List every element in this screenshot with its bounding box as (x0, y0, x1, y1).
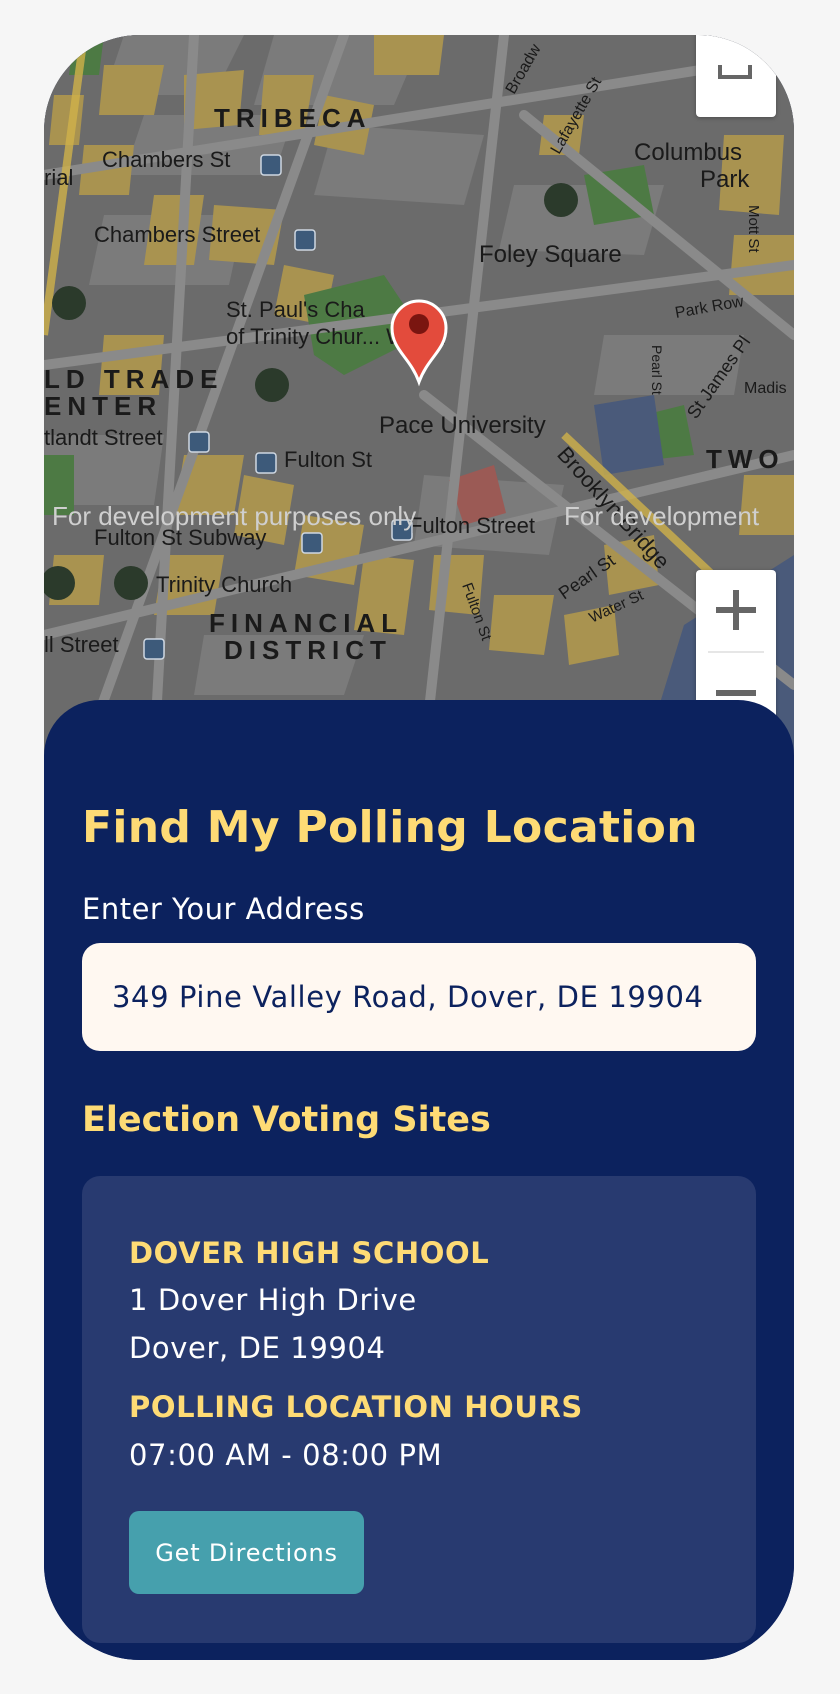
metro-icon (301, 532, 323, 554)
map-label-mott-st: Mott St (745, 205, 762, 253)
metro-icon (255, 452, 277, 474)
camera-poi-icon (52, 286, 86, 320)
fullscreen-icon (718, 65, 752, 79)
map-label-chambers-street: Chambers Street (94, 222, 260, 247)
hours-label: POLLING LOCATION HOURS (129, 1390, 583, 1424)
sites-heading: Election Voting Sites (82, 1100, 491, 1140)
church-poi-icon (114, 566, 148, 600)
map-label-financial-1: FINANCIAL (209, 608, 403, 638)
hours-value: 07:00 AM - 08:00 PM (129, 1438, 443, 1472)
map-label-columbus-2: Park (700, 166, 750, 193)
polling-finder-panel: Find My Polling Location Enter Your Addr… (44, 700, 794, 1660)
address-label: Enter Your Address (82, 892, 365, 926)
map-label-two: TWO (706, 444, 785, 474)
map-label-wall-street: ll Street (44, 632, 119, 657)
map-label-trinity-church: Trinity Church (156, 572, 292, 597)
map-label-fulton-st: Fulton St (284, 447, 372, 472)
map-label-chambers-st: Chambers St (102, 147, 230, 172)
app-container: TRIBECA Chambers St Chambers Street rial… (44, 35, 794, 1660)
park-poi-icon (544, 183, 578, 217)
minus-icon (716, 690, 756, 696)
fullscreen-button[interactable] (696, 35, 776, 117)
dev-watermark-1: For development purposes only (52, 501, 416, 531)
dev-watermark-2: For development (564, 501, 760, 531)
metro-icon (188, 431, 210, 453)
map-label-world-trade-1: LD TRADE (44, 364, 223, 394)
metro-icon (294, 229, 316, 251)
map-label-fulton-street: Fulton Street (409, 513, 535, 538)
map-label-madison: Madis (744, 380, 787, 397)
map-label-tribeca: TRIBECA (214, 103, 372, 133)
address-input[interactable] (82, 943, 756, 1051)
church-poi-icon (255, 368, 289, 402)
site-name: DOVER HIGH SCHOOL (129, 1236, 490, 1270)
metro-icon (260, 154, 282, 176)
map-label-pearl-st-2: Pearl St (649, 345, 665, 395)
site-address-line2: Dover, DE 19904 (129, 1331, 386, 1365)
get-directions-button[interactable]: Get Directions (129, 1511, 364, 1594)
voting-site-card: DOVER HIGH SCHOOL 1 Dover High Drive Dov… (82, 1176, 756, 1643)
map-view[interactable]: TRIBECA Chambers St Chambers Street rial… (44, 35, 794, 755)
map-canvas[interactable]: TRIBECA Chambers St Chambers Street rial… (44, 35, 794, 755)
map-label-world-trade-2: ENTER (44, 391, 162, 421)
map-label-st-pauls-1: St. Paul's Cha (226, 297, 365, 322)
map-label-cortlandt: tlandt Street (44, 425, 163, 450)
metro-icon (143, 638, 165, 660)
map-label-rial: rial (44, 165, 73, 190)
map-label-financial-2: DISTRICT (224, 635, 392, 665)
map-label-columbus-1: Columbus (634, 139, 742, 166)
zoom-in-button[interactable] (696, 570, 776, 650)
site-address-line1: 1 Dover High Drive (129, 1283, 417, 1317)
page-title: Find My Polling Location (82, 802, 698, 853)
map-label-pace: Pace University (379, 412, 546, 439)
map-label-foley: Foley Square (479, 241, 622, 268)
